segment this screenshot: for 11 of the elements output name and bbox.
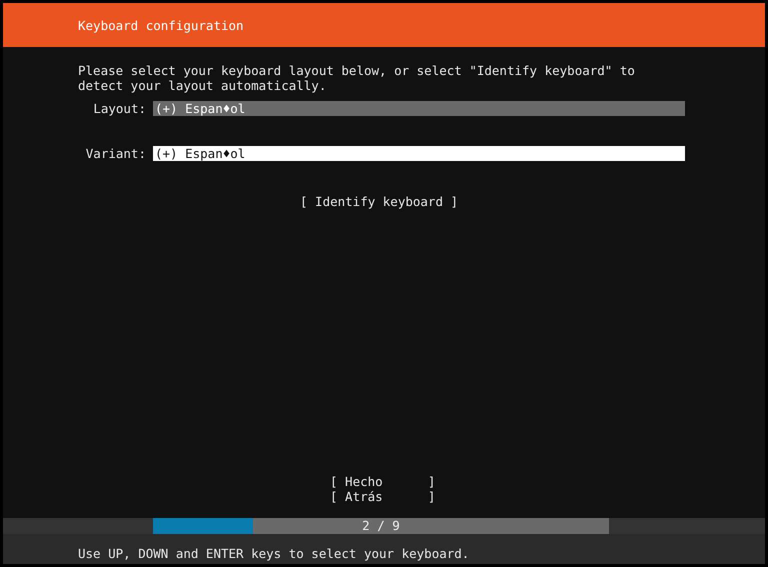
field-label: Layout: [92,101,147,116]
action-button[interactable]: [ Atrás ] [330,489,765,504]
identify-keyboard-button[interactable]: [ Identify keyboard ] [300,194,458,209]
select-field[interactable]: (+) Espan♦ol [153,146,685,161]
field-label: Variant: [84,146,147,161]
header-title: Keyboard configuration [78,18,244,32]
select-field[interactable]: (+) Espan♦ol [153,101,685,116]
instructions-text: Please select your keyboard layout below, or select "Identify keyboard" to detect your layout automatically. [78,63,636,93]
status-text: Use UP, DOWN and ENTER keys to select your keyboard. [78,546,470,560]
progress-label: 2 / 9 [361,518,401,534]
action-button[interactable]: [ Hecho ] [330,474,765,489]
